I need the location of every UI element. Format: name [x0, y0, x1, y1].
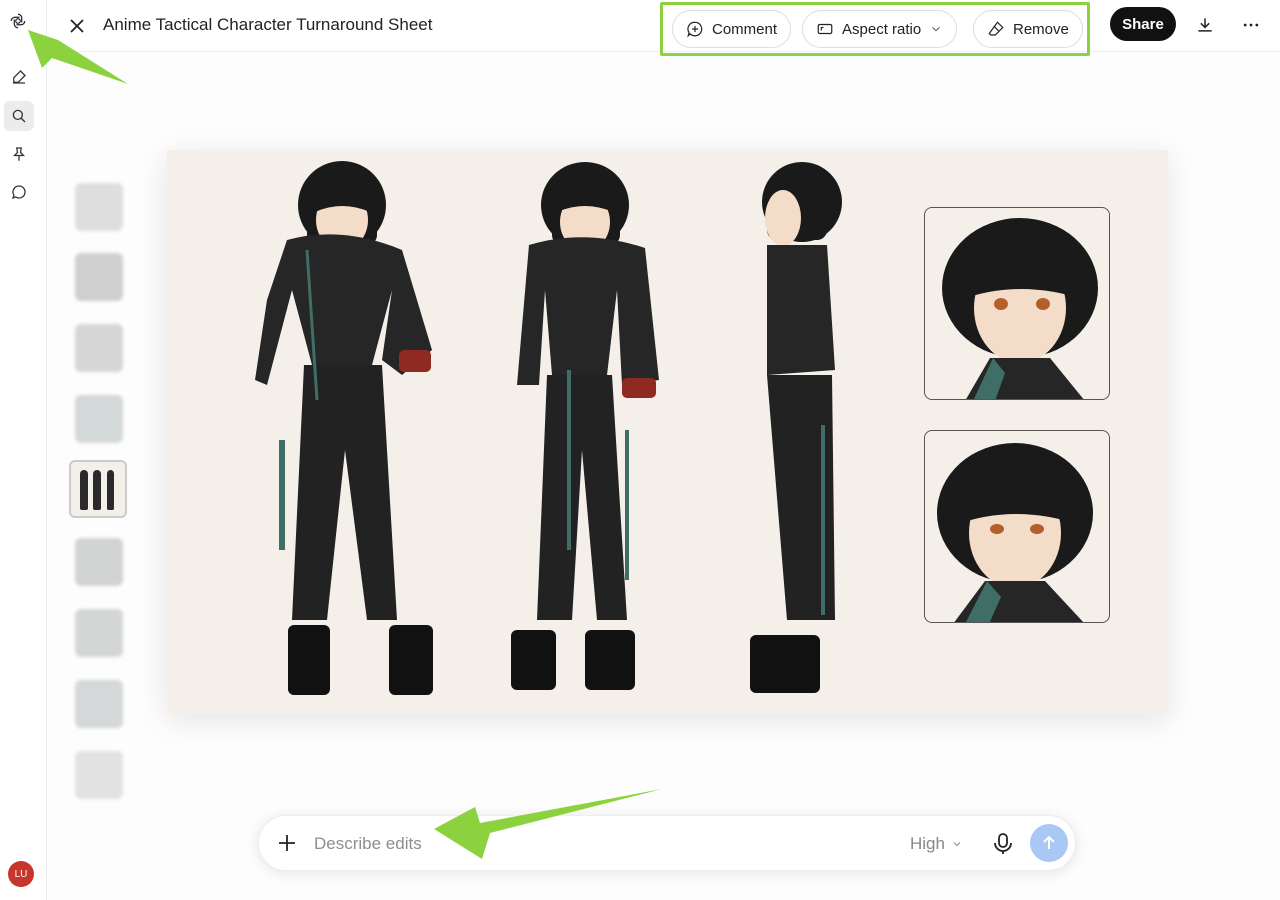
describe-edits-input[interactable] [314, 830, 874, 858]
thumbnail[interactable] [75, 253, 123, 301]
image-action-group: Comment Aspect ratio Remove [660, 2, 1090, 56]
more-options-icon[interactable] [1237, 11, 1265, 39]
search-icon[interactable] [4, 101, 34, 131]
chevron-down-icon [932, 26, 941, 32]
plus-icon[interactable] [275, 831, 299, 855]
thumbnail[interactable] [75, 680, 123, 728]
face-closeup-neutral [924, 430, 1110, 623]
thumbnail[interactable] [75, 395, 123, 443]
thumbnail[interactable] [75, 609, 123, 657]
thumbnail[interactable] [75, 183, 123, 231]
send-button[interactable] [1030, 824, 1068, 862]
arrow-up-icon [1043, 835, 1055, 849]
thumbnail[interactable] [75, 751, 123, 799]
generated-image[interactable] [167, 150, 1168, 714]
remove-button[interactable]: Remove [973, 10, 1083, 48]
share-button[interactable]: Share [1110, 7, 1176, 41]
openai-logo-icon[interactable] [6, 9, 30, 33]
comment-plus-icon [687, 21, 703, 38]
thumbnail[interactable] [75, 324, 123, 372]
aspect-ratio-icon [817, 23, 833, 35]
left-sidebar: LU [0, 0, 47, 900]
new-chat-icon[interactable] [7, 65, 31, 89]
aspect-ratio-label: Aspect ratio [842, 20, 922, 38]
chat-bubble-icon[interactable] [7, 180, 31, 204]
comment-label: Comment [712, 20, 778, 38]
chevron-down-icon [953, 842, 961, 847]
quality-dropdown[interactable]: High [910, 834, 963, 854]
microphone-icon[interactable] [991, 831, 1015, 857]
close-icon[interactable] [64, 13, 90, 39]
edit-prompt-bar: High [258, 815, 1076, 871]
eraser-icon [988, 21, 1004, 36]
thumbnail[interactable] [75, 538, 123, 586]
comment-button[interactable]: Comment [672, 10, 792, 48]
avatar[interactable]: LU [8, 861, 34, 887]
face-closeup-smiling [924, 207, 1110, 400]
pin-icon[interactable] [7, 142, 31, 166]
page-title: Anime Tactical Character Turnaround Shee… [103, 15, 433, 34]
quality-label: High [910, 834, 945, 853]
top-bar: Anime Tactical Character Turnaround Shee… [47, 0, 1280, 56]
aspect-ratio-button[interactable]: Aspect ratio [802, 10, 958, 48]
download-icon[interactable] [1191, 11, 1219, 39]
remove-label: Remove [1013, 20, 1069, 38]
thumbnail-selected[interactable] [69, 460, 127, 518]
